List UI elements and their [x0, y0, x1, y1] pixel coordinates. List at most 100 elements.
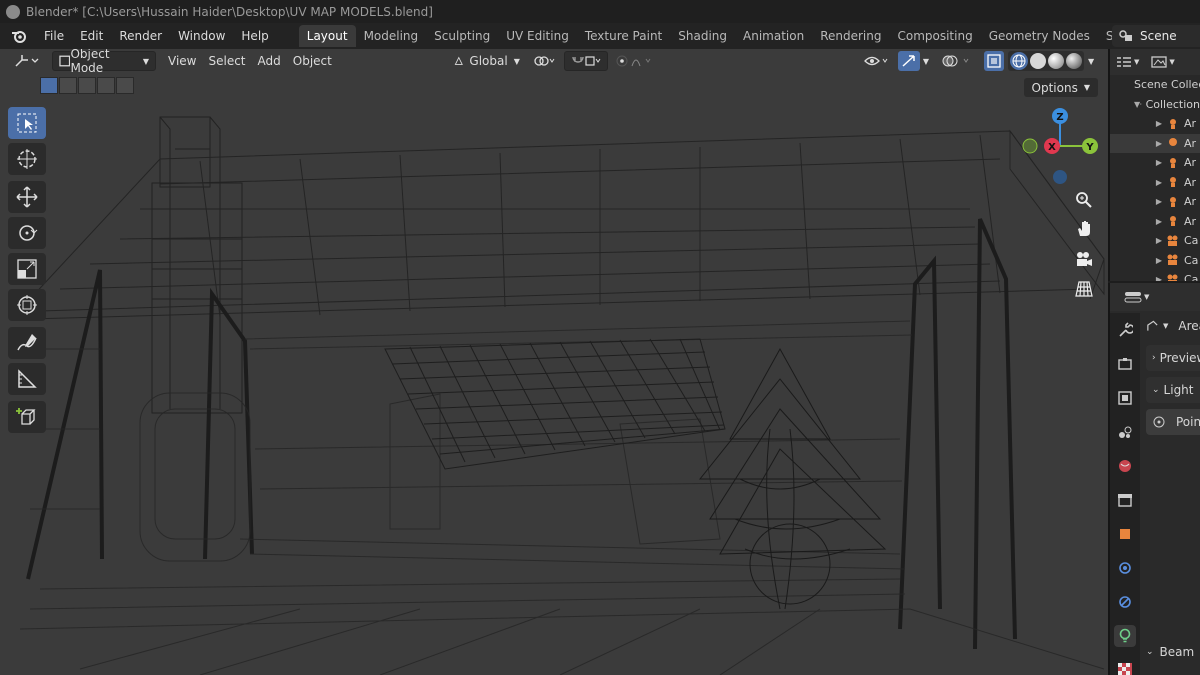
outliner-item[interactable]: ▶ Ar [1110, 212, 1200, 232]
outliner-item[interactable]: ▶ Ar [1110, 192, 1200, 212]
outliner-item[interactable]: ▶ Ar [1110, 153, 1200, 173]
zoom-button[interactable] [1070, 186, 1098, 214]
scene-selector[interactable]: Scene [1112, 25, 1200, 47]
expand-triangle-icon[interactable]: ▶ [1152, 139, 1166, 148]
menu-window[interactable]: Window [170, 29, 233, 43]
tab-texture[interactable] [1114, 659, 1136, 675]
transform-orientation-dropdown[interactable]: Global ▼ [448, 51, 526, 71]
proportional-editing-toggle[interactable] [610, 51, 662, 71]
shading-mode-group[interactable] [1008, 51, 1084, 71]
tab-light-data[interactable] [1114, 625, 1136, 647]
editor-type-button[interactable] [8, 51, 46, 71]
outliner-item[interactable]: ▶ Ca [1110, 270, 1200, 281]
menu-select[interactable]: Select [202, 51, 251, 71]
outliner-collection[interactable]: ▼ Collection [1110, 95, 1200, 115]
tab-geometry-nodes[interactable]: Geometry Nodes [981, 25, 1098, 47]
menu-help[interactable]: Help [233, 29, 276, 43]
tab-scene[interactable] [1114, 455, 1136, 477]
tab-layout[interactable]: Layout [298, 25, 356, 47]
tab-animation[interactable]: Animation [735, 25, 812, 47]
rendered-shading-button[interactable] [1066, 53, 1082, 69]
tab-texture-paint[interactable]: Texture Paint [577, 25, 670, 47]
light-section-header[interactable]: ⌄ Light [1146, 377, 1200, 403]
pivot-point-dropdown[interactable] [528, 51, 562, 71]
tool-move[interactable] [8, 181, 46, 213]
xray-toggle[interactable] [984, 51, 1004, 71]
light-type-selector[interactable]: ▼ Area [1146, 313, 1200, 339]
menu-add[interactable]: Add [252, 51, 287, 71]
wireframe-shading-button[interactable] [1010, 52, 1028, 70]
expand-triangle-icon[interactable]: ▶ [1152, 197, 1166, 206]
tool-scale[interactable] [8, 253, 46, 285]
menu-file[interactable]: File [36, 29, 72, 43]
expand-triangle-icon[interactable]: ▶ [1152, 275, 1166, 281]
shading-dropdown[interactable]: ▼ [1084, 51, 1098, 71]
tab-object[interactable] [1114, 523, 1136, 545]
menu-edit[interactable]: Edit [72, 29, 111, 43]
tab-output[interactable] [1114, 387, 1136, 409]
tab-shading[interactable]: Shading [670, 25, 735, 47]
navigation-gizmo[interactable]: Z X Y [1010, 103, 1100, 193]
expand-triangle-icon[interactable]: ▶ [1152, 178, 1166, 187]
snap-toggle[interactable] [563, 51, 608, 71]
tab-render[interactable] [1114, 353, 1136, 375]
beam-section-header[interactable]: ⌄ Beam [1146, 639, 1200, 665]
tool-annotate[interactable] [8, 327, 46, 359]
tab-constraints[interactable] [1114, 591, 1136, 613]
outliner-item[interactable]: ▶ Ar [1110, 114, 1200, 134]
3d-viewport[interactable]: Object Mode ▼ View Select Add Object Glo… [0, 49, 1108, 675]
camera-view-button[interactable] [1070, 246, 1098, 274]
gizmo-toggle[interactable] [897, 51, 920, 71]
select-subtract-button[interactable] [78, 77, 96, 94]
perspective-toggle-button[interactable] [1070, 275, 1098, 303]
menu-object[interactable]: Object [287, 51, 338, 71]
outliner-item[interactable]: ▶ Ca [1110, 231, 1200, 251]
expand-triangle-icon[interactable]: ▶ [1152, 119, 1166, 128]
gizmo-dropdown[interactable]: ▼ [920, 51, 932, 71]
mode-dropdown[interactable]: Object Mode ▼ [52, 49, 156, 75]
tab-modeling[interactable]: Modeling [356, 25, 427, 47]
tab-collection[interactable] [1114, 489, 1136, 511]
gizmo-neg-z-axis[interactable] [1053, 170, 1067, 184]
menu-render[interactable]: Render [111, 29, 170, 43]
tab-tool[interactable] [1114, 319, 1136, 341]
outliner-item[interactable]: ▶ Ar [1110, 173, 1200, 193]
tool-rotate[interactable] [8, 217, 46, 249]
select-invert-button[interactable] [97, 77, 115, 94]
menu-view[interactable]: View [162, 51, 202, 71]
tab-modifiers[interactable] [1114, 557, 1136, 579]
outliner-scene-collection[interactable]: Scene Collection [1110, 75, 1200, 95]
point-light-button[interactable]: Point [1146, 409, 1200, 435]
tool-transform[interactable] [8, 289, 46, 321]
expand-triangle-icon[interactable]: ▶ [1152, 256, 1166, 265]
gizmo-neg-y-axis[interactable] [1022, 138, 1038, 154]
tab-view-layer[interactable] [1114, 421, 1136, 443]
tool-cursor[interactable] [8, 143, 46, 175]
tab-rendering[interactable]: Rendering [812, 25, 889, 47]
expand-triangle-icon[interactable]: ▶ [1152, 158, 1166, 167]
properties-editor-type-button[interactable]: ▼ [1124, 290, 1149, 304]
expand-triangle-icon[interactable]: ▶ [1152, 217, 1166, 226]
tool-measure[interactable] [8, 363, 46, 395]
material-shading-button[interactable] [1048, 53, 1064, 69]
select-new-button[interactable] [40, 77, 58, 94]
options-dropdown[interactable]: Options ▼ [1023, 78, 1098, 97]
select-intersect-button[interactable] [116, 77, 134, 94]
overlays-toggle[interactable] [936, 51, 978, 71]
blender-menu-icon[interactable] [10, 28, 28, 44]
outliner-display-mode-button[interactable]: ▼ [1116, 55, 1139, 69]
solid-shading-button[interactable] [1030, 53, 1046, 69]
visibility-dropdown[interactable] [858, 51, 896, 71]
outliner-filter-button[interactable]: ▼ [1151, 55, 1175, 69]
tool-add-cube[interactable] [8, 401, 46, 433]
tab-uv-editing[interactable]: UV Editing [498, 25, 577, 47]
tab-compositing[interactable]: Compositing [889, 25, 980, 47]
outliner-item[interactable]: ▶ Ar [1110, 133, 1200, 153]
tool-select-box[interactable] [8, 107, 46, 139]
outliner-item[interactable]: ▶ Ca [1110, 251, 1200, 271]
preview-section-header[interactable]: › Preview [1146, 345, 1200, 371]
pan-button[interactable] [1070, 215, 1098, 243]
expand-triangle-icon[interactable]: ▶ [1152, 236, 1166, 245]
tab-sculpting[interactable]: Sculpting [426, 25, 498, 47]
select-extend-button[interactable] [59, 77, 77, 94]
